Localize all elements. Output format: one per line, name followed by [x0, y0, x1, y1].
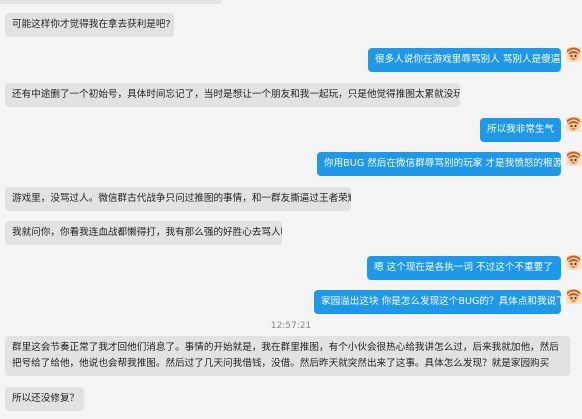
incoming-message: 我就问你，你看我连血战都懒得打，我有那么强的好胜心去骂人吗 [5, 221, 282, 245]
avatar-icon[interactable] [566, 151, 581, 166]
outgoing-message: 嗯 这个现在是各执一词 不过这个不重要了 [367, 256, 561, 280]
incoming-message: 群里这会节奏正常了我才回他们消息了。事情的开始就是，我在群里推图，有个小伙会很热… [5, 336, 570, 376]
outgoing-message: 你用BUG 然后在微信群辱骂别的玩家 才是我愤怒的根源 [317, 152, 561, 176]
incoming-message: 还有中途删了一个初始号，具体时间忘记了，当时是想让一个朋友和我一起玩，只是他觉得… [5, 83, 460, 107]
chat-panel: 可能这样你才觉得我在拿去获利是吧? 很多人说你在游戏里辱骂别人 骂别人是傻逼 还… [0, 0, 582, 419]
avatar-icon[interactable] [566, 255, 581, 270]
previous-message-edge [0, 0, 222, 4]
incoming-message: 所以还没修复？ [5, 387, 84, 411]
outgoing-message: 所以我非常生气 [480, 118, 561, 142]
incoming-message: 可能这样你才觉得我在拿去获利是吧? [5, 13, 174, 37]
avatar-icon[interactable] [566, 47, 581, 62]
outgoing-message: 很多人说你在游戏里辱骂别人 骂别人是傻逼 [368, 48, 561, 72]
message-timestamp: 12:57:21 [270, 321, 312, 331]
avatar-icon[interactable] [566, 117, 581, 132]
outgoing-message: 家园溢出这块 你是怎么发现这个BUG的？具体点和我说下 [314, 290, 561, 314]
incoming-message: 游戏里，没骂过人。微信群古代战争只问过推图的事情，和一群友撕逼过王者荣耀 [5, 187, 351, 211]
avatar-icon[interactable] [566, 289, 581, 304]
